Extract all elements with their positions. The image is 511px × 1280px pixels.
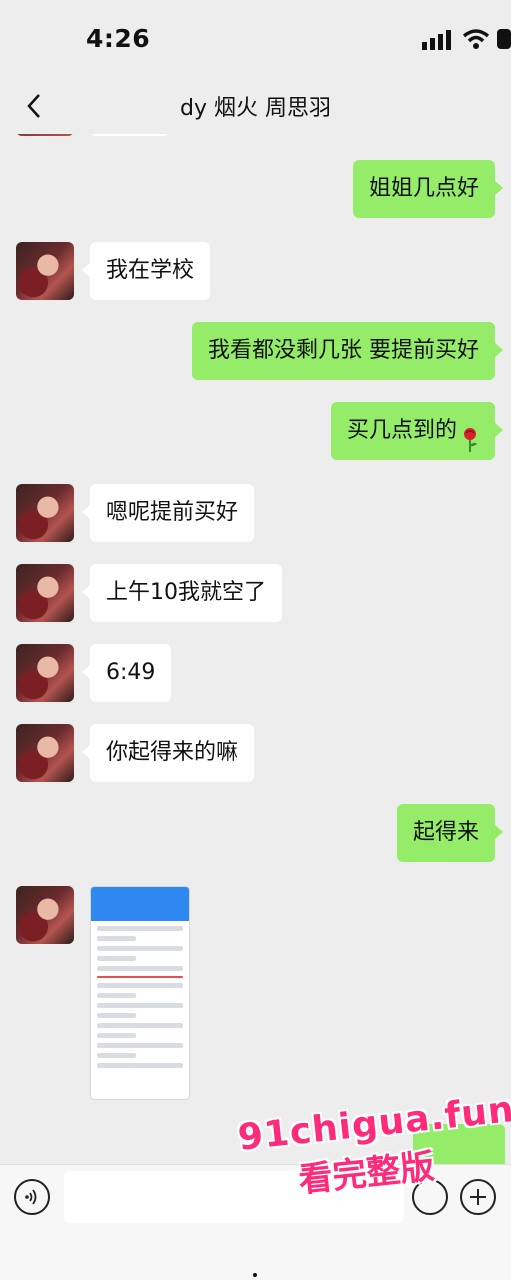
message-text: 买几点到的 — [346, 418, 457, 443]
message-list[interactable]: 姐姐几点好 我在学校 我看都没剩几张 要提前买好 买几点到的 嗯呢提前买好 上午… — [0, 134, 511, 1164]
plus-icon — [470, 1189, 486, 1205]
battery-icon — [497, 28, 511, 54]
wifi-icon — [462, 28, 490, 54]
ticket-screenshot-icon — [91, 887, 189, 921]
message-bubble-out[interactable]: 姐姐几点好 — [352, 160, 504, 218]
avatar[interactable] — [16, 886, 74, 944]
voice-icon — [25, 1189, 37, 1205]
input-bar — [0, 1164, 511, 1280]
avatar[interactable] — [16, 644, 74, 702]
avatar[interactable] — [16, 484, 74, 542]
message-bubble-in[interactable]: 6:49 — [81, 644, 172, 702]
image-message[interactable] — [90, 886, 190, 1100]
message-bubble-in[interactable]: 上午10我就空了 — [82, 564, 282, 622]
message-bubble-out[interactable]: 我看都没剩几张 要提前买好 — [192, 322, 503, 380]
message-bubble-in[interactable]: 嗯呢提前买好 — [81, 484, 255, 542]
chat-screen: 4:26 dy 烟火 周思羽 姐姐几点好 我在学校 我看都没剩几张 要提前买好 — [0, 0, 511, 1280]
message-bubble-out[interactable]: 起得来 — [396, 804, 504, 862]
avatar[interactable] — [16, 564, 74, 622]
home-indicator — [253, 1273, 257, 1277]
status-time: 4:26 — [86, 24, 151, 53]
signal-icon — [422, 30, 454, 54]
message-bubble-in[interactable]: 我在学校 — [81, 242, 211, 300]
avatar[interactable] — [16, 134, 74, 136]
message-bubble-in[interactable]: 你起得来的嘛 — [81, 724, 255, 782]
message-input[interactable] — [64, 1171, 404, 1223]
message-bubble-partial[interactable] — [90, 134, 170, 136]
emoji-button[interactable] — [412, 1179, 448, 1215]
nav-bar: dy 烟火 周思羽 — [0, 78, 511, 134]
chat-title: dy 烟火 周思羽 — [180, 96, 331, 121]
message-bubble-out[interactable]: 买几点到的 — [330, 402, 504, 460]
status-bar: 4:26 — [0, 0, 511, 78]
avatar[interactable] — [16, 242, 74, 300]
rose-icon — [461, 418, 479, 452]
voice-button[interactable] — [14, 1179, 50, 1215]
avatar[interactable] — [16, 724, 74, 782]
more-button[interactable] — [460, 1179, 496, 1215]
message-bubble-partial[interactable] — [413, 1124, 505, 1164]
